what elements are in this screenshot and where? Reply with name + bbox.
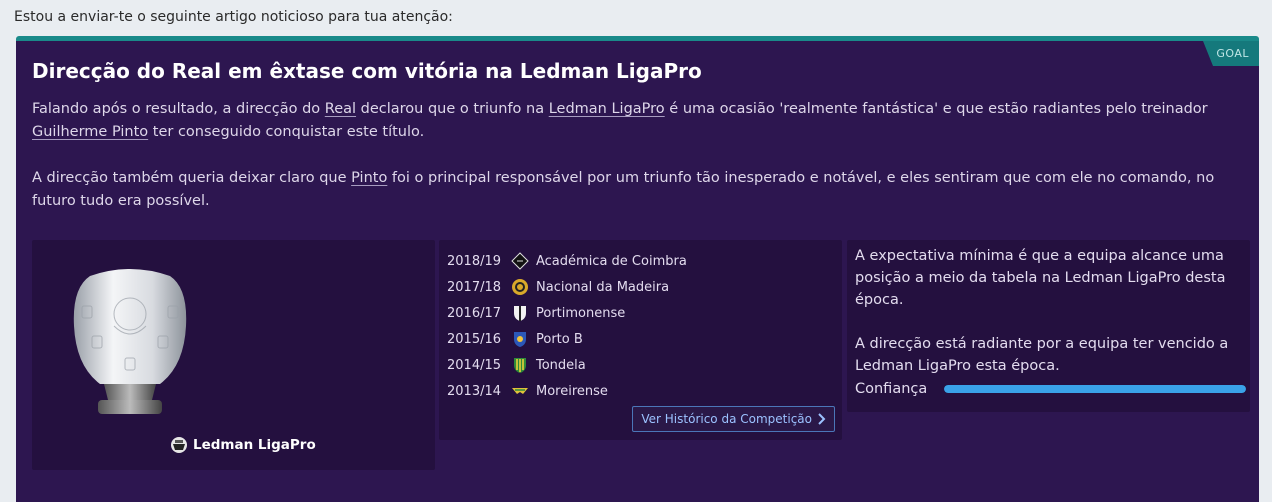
paragraph-2: A direcção também queria deixar claro qu… xyxy=(32,167,1244,213)
club-name: Nacional da Madeira xyxy=(536,279,670,295)
season-label: 2013/14 xyxy=(447,383,502,399)
portimonense-crest-icon xyxy=(511,304,529,322)
ligapro-logo-icon xyxy=(171,437,187,453)
club-name: Académica de Coimbra xyxy=(536,253,687,269)
tondela-crest-icon xyxy=(511,356,529,374)
trophy-icon xyxy=(73,269,187,414)
confidence-row: Confiança xyxy=(855,381,1247,397)
porto-crest-icon xyxy=(511,330,529,348)
expectation-result: A direcção está radiante por a equipa te… xyxy=(855,336,1229,374)
club-name: Portimonense xyxy=(536,305,626,321)
coach-link[interactable]: Pinto xyxy=(351,170,387,186)
text-segment: é uma ocasião 'realmente fantástica' e q… xyxy=(664,101,1208,117)
competition-history-panel: 2018/19 Académica de Coimbra 2017/18 Nac… xyxy=(439,240,842,440)
season-label: 2015/16 xyxy=(447,331,502,347)
history-row[interactable]: 2016/17 Portimonense xyxy=(447,300,687,326)
history-row[interactable]: 2015/16 Porto B xyxy=(447,326,687,352)
text-segment: Falando após o resultado, a direcção do xyxy=(32,101,325,117)
text-segment: ter conseguido conquistar este título. xyxy=(148,124,425,140)
league-link[interactable]: Ledman LigaPro xyxy=(549,101,665,117)
confidence-bar xyxy=(944,385,1247,393)
news-card: GOAL Direcção do Real em êxtase com vitó… xyxy=(16,36,1259,502)
season-label: 2017/18 xyxy=(447,279,502,295)
club-name: Moreirense xyxy=(536,383,608,399)
history-row[interactable]: 2014/15 Tondela xyxy=(447,352,687,378)
confidence-bar-fill xyxy=(944,385,1247,393)
nacional-crest-icon xyxy=(511,278,529,296)
history-row[interactable]: 2013/14 Moreirense xyxy=(447,378,687,404)
history-row[interactable]: 2018/19 Académica de Coimbra xyxy=(447,248,687,274)
text-segment: declarou que o triunfo na xyxy=(356,101,549,117)
expectations-text: A expectativa mínima é que a equipa alca… xyxy=(855,245,1240,399)
news-headline: Direcção do Real em êxtase com vitória n… xyxy=(32,59,702,83)
club-name: Tondela xyxy=(536,357,586,373)
season-label: 2016/17 xyxy=(447,305,502,321)
club-link[interactable]: Real xyxy=(325,101,356,117)
competition-history-button[interactable]: Ver Histórico da Competição xyxy=(632,406,835,432)
coach-link[interactable]: Guilherme Pinto xyxy=(32,124,148,140)
trophy-panel: Ledman LigaPro xyxy=(32,240,435,470)
competition-history-button-label: Ver Histórico da Competição xyxy=(641,412,812,426)
club-name: Porto B xyxy=(536,331,583,347)
text-segment: A direcção também queria deixar claro qu… xyxy=(32,170,352,186)
board-expectations-panel: A expectativa mínima é que a equipa alca… xyxy=(847,240,1250,412)
goal-badge: GOAL xyxy=(1203,41,1259,66)
confidence-label: Confiança xyxy=(855,381,928,397)
competition-label[interactable]: Ledman LigaPro xyxy=(170,436,316,454)
season-label: 2018/19 xyxy=(447,253,502,269)
paragraph-1: Falando após o resultado, a direcção do … xyxy=(32,98,1244,144)
academica-crest-icon xyxy=(511,252,529,270)
chevron-right-icon xyxy=(818,413,826,425)
news-body: Falando após o resultado, a direcção do … xyxy=(32,98,1244,236)
intro-text: Estou a enviar-te o seguinte artigo noti… xyxy=(14,9,453,25)
competition-name: Ledman LigaPro xyxy=(193,437,316,453)
history-list: 2018/19 Académica de Coimbra 2017/18 Nac… xyxy=(447,248,687,404)
moreirense-crest-icon xyxy=(511,382,529,400)
expectation-minimum: A expectativa mínima é que a equipa alca… xyxy=(855,248,1226,308)
season-label: 2014/15 xyxy=(447,357,502,373)
history-row[interactable]: 2017/18 Nacional da Madeira xyxy=(447,274,687,300)
